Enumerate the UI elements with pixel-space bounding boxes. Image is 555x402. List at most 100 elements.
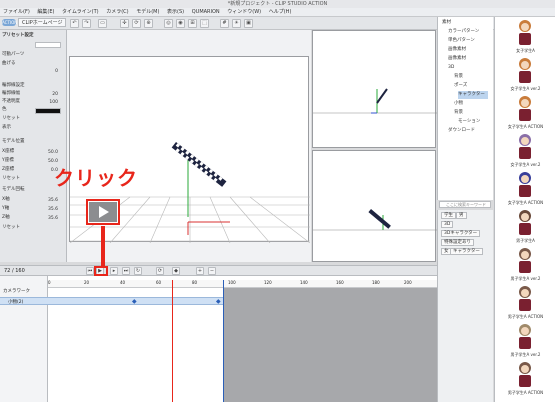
character-thumbnail[interactable]: 男子学生A bbox=[495, 209, 555, 247]
ruler-tick: 60 bbox=[156, 280, 162, 285]
character-thumbnail[interactable]: 男子学生A ver.2 bbox=[495, 323, 555, 361]
tree-item[interactable]: カラーパターン bbox=[448, 28, 479, 36]
prop-label: X軸 bbox=[2, 197, 10, 202]
material-search-input[interactable]: ここに検索キーワード bbox=[439, 201, 491, 208]
enlarged-play-button[interactable] bbox=[89, 202, 117, 222]
camera-rotate-icon[interactable]: ◉ bbox=[176, 19, 185, 28]
tree-item[interactable]: ダウンロード bbox=[448, 127, 475, 135]
character-label: 女子学生A ACTION bbox=[507, 200, 544, 205]
homepage-tab[interactable]: CLIPホームページ bbox=[18, 18, 66, 27]
character-thumbnail[interactable]: 男子学生A ver.2 bbox=[495, 247, 555, 285]
tag-button[interactable]: 3D bbox=[441, 221, 454, 228]
visibility-toggle[interactable]: 表示 bbox=[2, 124, 11, 131]
prop-value[interactable]: 35.6 bbox=[48, 207, 58, 212]
camera-view-bottom[interactable] bbox=[312, 150, 437, 262]
preset-field[interactable] bbox=[35, 42, 61, 48]
playhead[interactable] bbox=[172, 280, 173, 402]
keyframe-marker-icon[interactable]: ◆ bbox=[216, 298, 221, 305]
prop-value[interactable]: 50.0 bbox=[48, 150, 58, 155]
loop-icon[interactable]: ↻ bbox=[134, 267, 142, 275]
menu-model[interactable]: モデル(M) bbox=[133, 8, 162, 17]
reset-button[interactable]: リセット bbox=[2, 175, 20, 182]
tag-button[interactable]: 特殊設定あり bbox=[441, 239, 474, 246]
prop-value[interactable]: 0 bbox=[55, 69, 58, 74]
track-label[interactable]: カメラワーク bbox=[3, 288, 30, 294]
tree-item[interactable]: 画像素材 bbox=[448, 46, 466, 54]
camera-pan-icon[interactable]: ⊞ bbox=[188, 19, 197, 28]
keyframe-marker-icon[interactable]: ◆ bbox=[132, 298, 137, 305]
track-row-selected[interactable]: 小物(2) ◆ ◆ bbox=[0, 297, 224, 305]
zoom-out-icon[interactable]: − bbox=[208, 267, 216, 275]
tag-button[interactable]: 学生 bbox=[441, 212, 456, 219]
zoom-in-icon[interactable]: + bbox=[196, 267, 204, 275]
reset-button[interactable]: リセット bbox=[2, 115, 20, 122]
keyframe-icon[interactable]: ◆ bbox=[172, 267, 180, 275]
end-marker[interactable] bbox=[223, 280, 224, 402]
prop-value[interactable]: 100 bbox=[49, 100, 58, 105]
ruler-tick: 180 bbox=[372, 280, 380, 285]
tree-item[interactable]: 3D bbox=[448, 64, 454, 72]
menu-file[interactable]: ファイル(F) bbox=[0, 8, 33, 17]
action-home-tab[interactable]: ACTION bbox=[2, 19, 17, 26]
tree-item[interactable]: 単色パターン bbox=[448, 37, 475, 45]
tree-item[interactable]: ポーズ bbox=[454, 82, 467, 90]
timeline-ruler[interactable]: 0 20 40 60 80 100 120 140 160 180 200 bbox=[48, 280, 437, 288]
go-to-start-icon[interactable]: ⏮ bbox=[86, 267, 94, 275]
next-frame-icon[interactable]: ▸ bbox=[110, 267, 118, 275]
prop-value[interactable]: 35.6 bbox=[48, 216, 58, 221]
character-thumbnail[interactable]: 男子学生A ACTION bbox=[495, 361, 555, 399]
menu-help[interactable]: ヘルプ(H) bbox=[266, 8, 295, 17]
color-swatch[interactable] bbox=[35, 108, 61, 114]
ruler-tick: 20 bbox=[84, 280, 90, 285]
character-label: 男子学生A ACTION bbox=[507, 390, 544, 395]
menu-edit[interactable]: 編集(E) bbox=[34, 8, 57, 17]
menu-timeline[interactable]: タイムライン(T) bbox=[59, 8, 102, 17]
tag-button[interactable]: 男 bbox=[456, 212, 467, 219]
menu-window[interactable]: ウィンドウ(W) bbox=[224, 8, 264, 17]
tree-item[interactable]: 背景 bbox=[454, 109, 463, 117]
refresh-icon[interactable]: ⟳ bbox=[156, 267, 164, 275]
material-tree-panel: 素材 カラーパターン 単色パターン 画像素材 画像素材 3D 背景 ポーズ キャ… bbox=[437, 17, 493, 200]
character-thumbnail[interactable]: 女子学生A ver.2 bbox=[495, 133, 555, 171]
tag-panel: 学生 男 3D 3Dキャラクター 特殊設定あり 女 キャラクター bbox=[437, 210, 493, 402]
prop-value[interactable]: 20 bbox=[52, 92, 58, 97]
zoom-icon[interactable]: ⊕ bbox=[144, 19, 153, 28]
tree-item[interactable]: 背景 bbox=[454, 73, 463, 81]
prop-label: Z軸 bbox=[2, 215, 10, 220]
character-figure-icon bbox=[515, 209, 535, 237]
menu-camera[interactable]: カメラ(C) bbox=[103, 8, 131, 17]
select-icon[interactable]: ▭ bbox=[98, 19, 107, 28]
tree-item[interactable]: 素材 bbox=[442, 19, 451, 27]
character-thumbnail[interactable]: 女子学生A bbox=[495, 19, 555, 57]
light-icon[interactable]: ☀ bbox=[232, 19, 241, 28]
tag-button[interactable]: キャラクター bbox=[450, 248, 483, 255]
prop-value[interactable]: 35.6 bbox=[48, 198, 58, 203]
character-list: 女子学生A 女子学生A ver.2 女子学生A ACTION 女子学生A ver.2 女… bbox=[494, 17, 555, 402]
grid-icon[interactable]: # bbox=[220, 19, 229, 28]
reset-button[interactable]: リセット bbox=[2, 224, 20, 231]
menu-view[interactable]: 表示(S) bbox=[164, 8, 187, 17]
character-thumbnail[interactable]: 男子学生A ACTION bbox=[495, 285, 555, 323]
character-thumbnail[interactable]: 女子学生A ver.2 bbox=[495, 57, 555, 95]
menu-bar: ファイル(F) 編集(E) タイムライン(T) カメラ(C) モデル(M) 表示… bbox=[0, 8, 555, 17]
perspective-icon[interactable]: ⬚ bbox=[200, 19, 209, 28]
prop-label: 色 bbox=[2, 107, 7, 112]
ruler-tick: 200 bbox=[404, 280, 412, 285]
tree-item-selected[interactable]: キャラクター bbox=[458, 91, 488, 99]
rotate-icon[interactable]: ⟳ bbox=[132, 19, 141, 28]
camera-move-icon[interactable]: ◎ bbox=[164, 19, 173, 28]
render-icon[interactable]: ▣ bbox=[244, 19, 253, 28]
tree-item[interactable]: 小物 bbox=[454, 100, 463, 108]
tag-button[interactable]: 3Dキャラクター bbox=[441, 230, 481, 237]
tree-item[interactable]: 画像素材 bbox=[448, 55, 466, 63]
character-thumbnail[interactable]: 女子学生A ACTION bbox=[495, 171, 555, 209]
menu-qumarion[interactable]: QUMARION bbox=[189, 8, 223, 17]
undo-icon[interactable]: ↶ bbox=[70, 19, 79, 28]
track-list: カメラワーク bbox=[0, 276, 48, 402]
camera-view-top[interactable] bbox=[312, 30, 437, 148]
go-to-end-icon[interactable]: ⏭ bbox=[122, 267, 130, 275]
character-thumbnail[interactable]: 女子学生A ACTION bbox=[495, 95, 555, 133]
tree-item[interactable]: モーション bbox=[458, 118, 480, 126]
redo-icon[interactable]: ↷ bbox=[82, 19, 91, 28]
move-icon[interactable]: ✣ bbox=[120, 19, 129, 28]
